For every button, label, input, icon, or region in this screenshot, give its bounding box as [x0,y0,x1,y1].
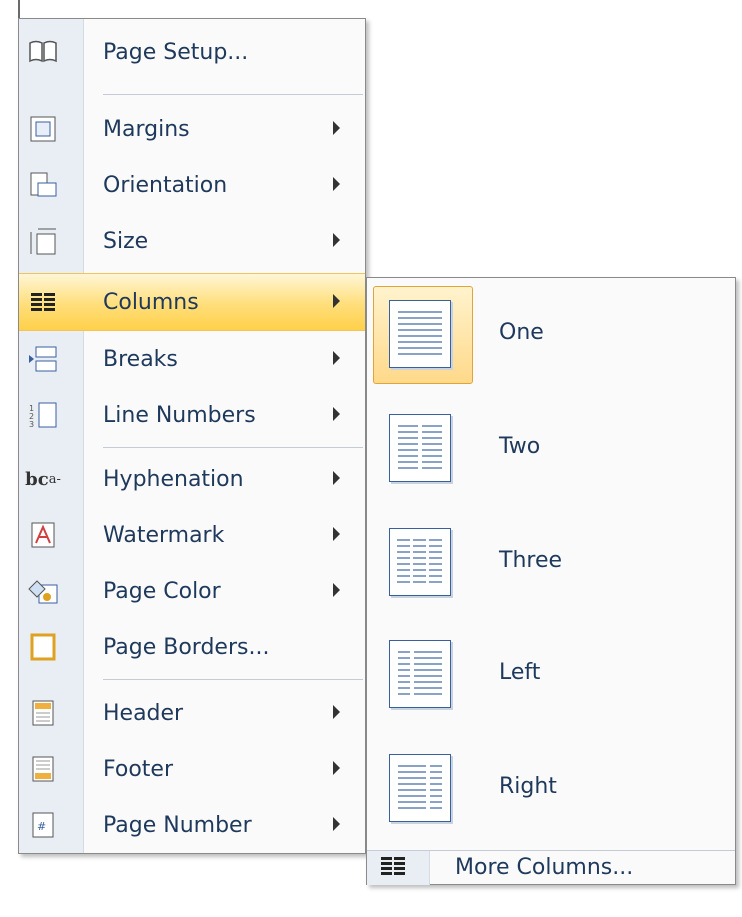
submenu-arrow-icon [333,761,340,775]
submenu-arrow-icon [333,705,340,719]
submenu-arrow-icon [333,351,340,365]
submenu-arrow-icon [333,294,340,308]
svg-text:#: # [37,820,46,833]
page-number-icon: # [26,808,60,842]
menu-item-label: Columns [103,289,199,315]
hyphenation-icon: bc a- [25,462,61,496]
columns-submenu: One Two Three Left Right More Columns... [366,277,736,885]
menu-item-label: Margins [103,116,190,142]
column-option-label: Right [499,774,557,799]
menu-item-breaks[interactable]: Breaks [19,331,365,387]
column-option-label: One [499,320,544,345]
submenu-arrow-icon [333,583,340,597]
submenu-arrow-icon [333,233,340,247]
hyphenation-icon-sup: a- [48,471,61,487]
menu-item-page-borders[interactable]: Page Borders... [19,619,365,675]
menu-item-orientation[interactable]: Orientation [19,157,365,213]
column-option-one[interactable]: One [373,284,727,386]
menu-item-label: Footer [103,756,173,782]
column-option-two[interactable]: Two [373,398,727,500]
size-icon [26,224,60,258]
columns-icon [26,285,60,319]
menu-item-footer[interactable]: Footer [19,741,365,797]
menu-item-label: Breaks [103,346,178,372]
right-column-icon [389,754,451,822]
submenu-arrow-icon [333,817,340,831]
menu-item-label: Page Color [103,578,221,604]
menu-item-line-numbers[interactable]: 123 Line Numbers [19,387,365,443]
menu-item-label: Size [103,228,149,254]
line-numbers-icon: 123 [26,398,60,432]
header-icon [26,696,60,730]
column-option-label: Three [499,548,563,573]
menu-item-watermark[interactable]: Watermark [19,507,365,563]
submenu-arrow-icon [333,177,340,191]
margins-icon [26,112,60,146]
menu-item-columns[interactable]: Columns [19,273,365,331]
column-option-right[interactable]: Right [373,738,727,840]
svg-text:3: 3 [29,420,34,429]
columns-icon [379,855,407,881]
footer-icon [26,752,60,786]
page-layout-menu: Page Setup... Margins Orientation Size C… [18,18,366,854]
menu-item-label: Page Borders... [103,634,270,660]
submenu-arrow-icon [333,527,340,541]
breaks-icon [26,342,60,376]
column-option-label: Left [499,660,541,685]
menu-item-page-setup[interactable]: Page Setup... [19,24,365,80]
one-column-icon [389,300,451,368]
menu-item-header[interactable]: Header [19,685,365,741]
submenu-arrow-icon [333,407,340,421]
more-columns-label: More Columns... [455,855,634,880]
left-column-icon [389,640,451,708]
submenu-arrow-icon [333,121,340,135]
menu-item-label: Line Numbers [103,402,256,428]
menu-item-size[interactable]: Size [19,213,365,269]
submenu-arrow-icon [333,471,340,485]
watermark-icon [26,518,60,552]
two-columns-icon [389,414,451,482]
menu-item-label: Hyphenation [103,466,244,492]
window-edge [18,0,20,20]
page-setup-icon [26,35,60,69]
menu-item-label: Watermark [103,522,225,548]
menu-item-page-color[interactable]: Page Color [19,563,365,619]
column-option-three[interactable]: Three [373,512,727,614]
more-columns-button[interactable]: More Columns... [367,850,735,885]
page-color-icon [26,574,60,608]
menu-item-margins[interactable]: Margins [19,101,365,157]
hyphenation-icon-text: bc [25,468,49,490]
column-option-left[interactable]: Left [373,624,727,726]
menu-item-label: Page Number [103,812,252,838]
menu-item-label: Orientation [103,172,228,198]
menu-item-page-number[interactable]: # Page Number [19,797,365,853]
orientation-icon [26,168,60,202]
column-option-label: Two [499,434,541,459]
menu-item-label: Page Setup... [103,39,249,65]
three-columns-icon [389,528,451,596]
menu-item-hyphenation[interactable]: bc a- Hyphenation [19,451,365,507]
page-borders-icon [26,630,60,664]
menu-item-label: Header [103,700,184,726]
